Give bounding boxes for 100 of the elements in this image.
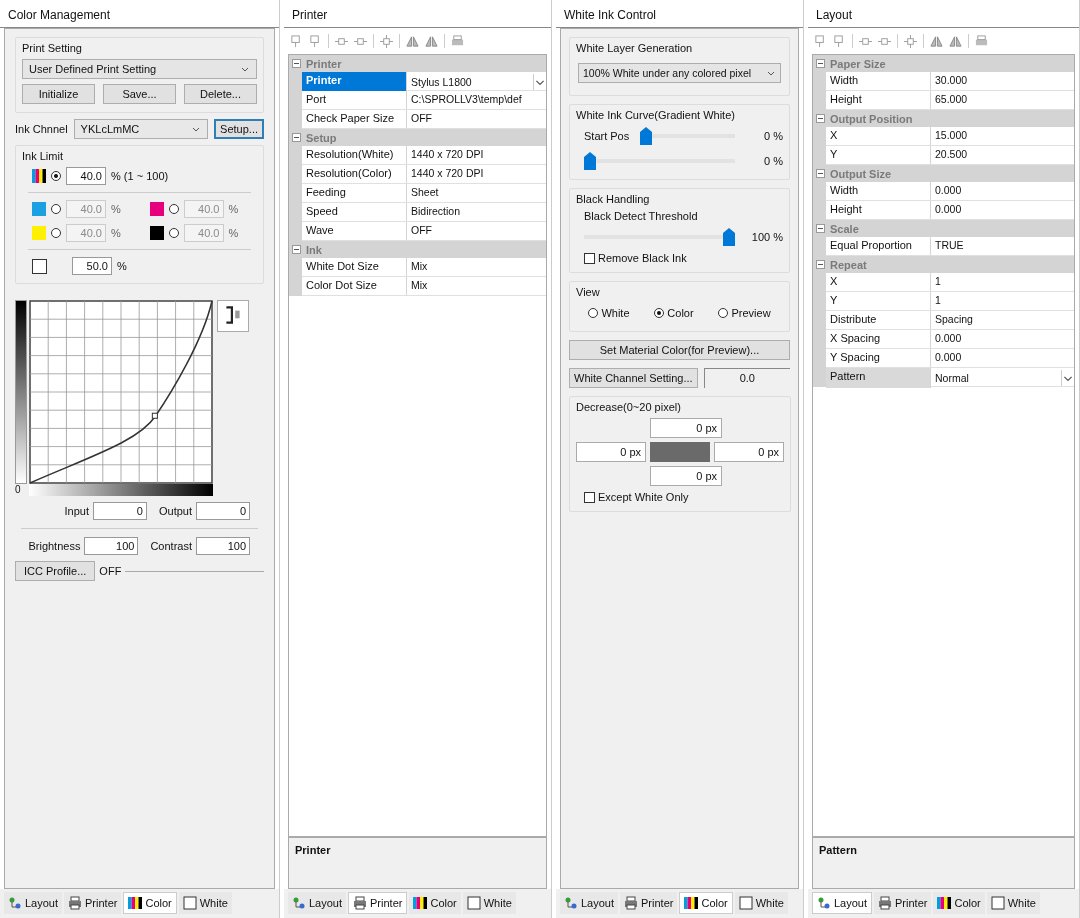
remove-ink-checkbox[interactable]: Remove Black Ink (584, 252, 687, 264)
left-field[interactable]: 0 px (576, 442, 646, 462)
property-name[interactable]: X Spacing (826, 330, 931, 348)
collapse-icon[interactable] (816, 114, 825, 123)
collapse-icon[interactable] (292, 133, 301, 142)
printer-icon[interactable] (451, 34, 464, 48)
property-value[interactable]: 15.000 (931, 127, 1074, 145)
mirror-icon[interactable] (406, 34, 419, 48)
dropdown-arrow-icon[interactable] (533, 74, 546, 90)
property-value[interactable]: 1440 x 720 DPI (407, 165, 546, 183)
property-value[interactable]: Sheet (407, 184, 546, 202)
property-value[interactable]: TRUE (931, 237, 1074, 255)
property-name[interactable]: White Dot Size (302, 258, 407, 276)
property-value[interactable]: 1 (931, 292, 1074, 310)
tab[interactable]: Printer (874, 892, 932, 914)
crosshair-icon[interactable] (904, 34, 917, 48)
property-value[interactable]: 0.000 (931, 201, 1074, 219)
mirror-icon[interactable] (425, 34, 438, 48)
contrast-field[interactable]: 100 (196, 537, 250, 555)
property-name[interactable]: X (826, 127, 931, 145)
tab[interactable]: Layout (4, 892, 63, 914)
pin-icon[interactable] (814, 34, 827, 48)
material-color-button[interactable]: Set Material Color(for Preview)... (569, 340, 790, 360)
property-name[interactable]: X (826, 273, 931, 291)
property-name[interactable]: Y Spacing (826, 349, 931, 367)
input-field[interactable]: 0 (92, 502, 147, 520)
property-name[interactable]: Wave (302, 222, 407, 240)
bottom-field[interactable]: 0 px (650, 466, 722, 486)
printer-icon[interactable] (975, 34, 988, 48)
property-dropdown[interactable]: Normal (931, 368, 1074, 388)
property-value[interactable]: OFF (407, 222, 546, 240)
ink-limit-field[interactable]: 50.0 (72, 257, 112, 275)
action-button[interactable]: Delete... (184, 84, 257, 104)
property-name[interactable]: Pattern (826, 368, 931, 388)
property-name[interactable]: Color Dot Size (302, 277, 407, 295)
mirror-icon[interactable] (930, 34, 943, 48)
property-name[interactable]: Width (826, 72, 931, 90)
pin-icon[interactable] (290, 34, 303, 48)
collapse-icon[interactable] (816, 260, 825, 269)
ink-channel-dropdown[interactable]: YKLcLmMC (73, 119, 209, 139)
property-value[interactable]: OFF (407, 110, 546, 128)
property-name[interactable]: Speed (302, 203, 407, 221)
slider-thumb[interactable] (723, 228, 735, 246)
channel-setting-button[interactable]: White Channel Setting... (569, 368, 698, 388)
collapse-icon[interactable] (292, 59, 301, 68)
tone-curve-drawing[interactable] (29, 300, 213, 484)
property-name[interactable]: Height (826, 91, 931, 109)
property-dropdown[interactable]: Stylus L1800 (407, 72, 546, 92)
property-name[interactable]: Equal Proportion (826, 237, 931, 255)
setup-button[interactable]: Setup... (214, 119, 264, 139)
collapse-icon[interactable] (816, 59, 825, 68)
tab[interactable]: Layout (288, 892, 347, 914)
tab[interactable]: Layout (560, 892, 619, 914)
tab[interactable]: White (734, 892, 788, 914)
property-name[interactable]: Resolution(Color) (302, 165, 407, 183)
top-field[interactable]: 0 px (650, 418, 722, 438)
property-name[interactable]: Width (826, 182, 931, 200)
collapse-icon[interactable] (816, 224, 825, 233)
brightness-field[interactable]: 100 (84, 537, 139, 555)
tab[interactable]: Printer (620, 892, 678, 914)
tab[interactable]: White (178, 892, 232, 914)
print-setting-dropdown[interactable]: User Defined Print Setting (22, 59, 257, 79)
view-radio[interactable]: Preview (718, 307, 771, 319)
except-only-checkbox[interactable]: Except White Only (584, 491, 689, 503)
view-radio[interactable]: White (588, 307, 630, 319)
property-name[interactable]: Check Paper Size (302, 110, 407, 128)
tab[interactable]: Color (409, 892, 461, 914)
action-button[interactable]: Initialize (22, 84, 95, 104)
layer-mode-dropdown[interactable]: 100% White under any colored pixel (578, 63, 781, 83)
tab[interactable]: Printer (348, 892, 408, 914)
icc-profile-button[interactable]: ICC Profile... (15, 561, 96, 581)
tab[interactable]: Color (123, 892, 177, 914)
property-value[interactable]: 0.000 (931, 349, 1074, 367)
pin-icon[interactable] (309, 34, 322, 48)
property-name[interactable]: Y (826, 292, 931, 310)
property-value[interactable]: 65.000 (931, 91, 1074, 109)
collapse-icon[interactable] (292, 245, 301, 254)
crosshair-icon[interactable] (380, 34, 393, 48)
curve-tool-button[interactable] (217, 300, 249, 332)
property-value[interactable]: C:\SPROLLV3\temp\def (407, 91, 546, 109)
slider-thumb[interactable] (584, 152, 596, 170)
property-name[interactable]: Resolution(White) (302, 146, 407, 164)
slider-thumb[interactable] (640, 127, 652, 145)
property-value[interactable]: 0.000 (931, 182, 1074, 200)
property-value[interactable]: 1440 x 720 DPI (407, 146, 546, 164)
channel-value-field[interactable]: 0.0 (703, 368, 790, 388)
property-value[interactable]: 0.000 (931, 330, 1074, 348)
property-value[interactable]: 30.000 (931, 72, 1074, 90)
tab[interactable]: White (462, 892, 516, 914)
tab[interactable]: Color (679, 892, 733, 914)
pin-icon[interactable] (833, 34, 846, 48)
property-value[interactable]: Mix (407, 258, 546, 276)
tab[interactable]: White (986, 892, 1040, 914)
property-name[interactable]: Feeding (302, 184, 407, 202)
right-field[interactable]: 0 px (714, 442, 784, 462)
action-button[interactable]: Save... (103, 84, 176, 104)
mirror-icon[interactable] (949, 34, 962, 48)
tab[interactable]: Layout (812, 892, 873, 914)
property-value[interactable]: Spacing (931, 311, 1074, 329)
property-name[interactable]: Distribute (826, 311, 931, 329)
